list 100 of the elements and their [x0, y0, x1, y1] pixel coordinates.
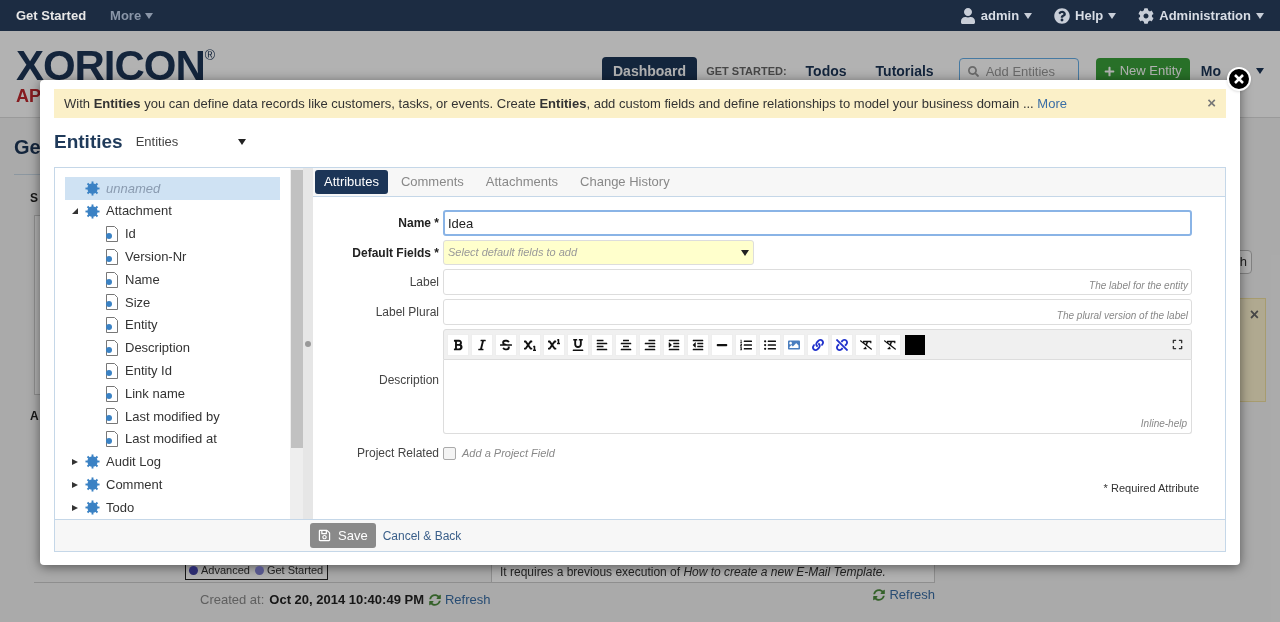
- numbered-list-icon: [740, 338, 752, 351]
- tree-label: Id: [125, 225, 136, 244]
- gear-icon: [85, 180, 100, 196]
- tree-item[interactable]: Entity: [65, 313, 280, 337]
- tree-label: Last modified at: [125, 430, 217, 449]
- help-text: Inline-help: [1140, 417, 1187, 431]
- caret-icon: [145, 12, 154, 19]
- toolbar-button[interactable]: [471, 333, 493, 356]
- document-icon: [105, 294, 119, 311]
- tree-label: Attachment: [106, 202, 172, 221]
- indent-icon: [668, 338, 680, 351]
- tree-item[interactable]: Entity Id: [65, 359, 280, 383]
- toolbar-button[interactable]: [711, 333, 733, 356]
- help-text: The plural version of the label: [1056, 309, 1188, 323]
- gear-icon: [85, 477, 100, 493]
- scrollbar-thumb[interactable]: [290, 170, 303, 448]
- toolbar-button[interactable]: [567, 333, 589, 356]
- get-started-label: GET STARTED:: [706, 63, 787, 79]
- image-icon: [788, 338, 800, 351]
- gear-icon: [85, 454, 100, 470]
- toolbar-button[interactable]: [831, 333, 853, 356]
- subscript-icon: [524, 338, 536, 351]
- tree-item[interactable]: Last modified by: [65, 404, 280, 428]
- refresh-link[interactable]: Refresh: [429, 590, 491, 610]
- nav-link[interactable]: More: [110, 5, 154, 26]
- gear-icon: [85, 500, 100, 516]
- document-icon: [105, 339, 119, 356]
- field-label: Default Fields *: [352, 244, 439, 262]
- document-icon: [105, 362, 119, 379]
- expand-arrow-icon[interactable]: [72, 208, 78, 215]
- align-center-icon: [620, 338, 632, 351]
- tree-item[interactable]: Id: [65, 222, 280, 246]
- nav-link[interactable]: Get Started: [16, 5, 87, 26]
- tree-item[interactable]: Size: [65, 291, 280, 314]
- toolbar-button[interactable]: [759, 333, 781, 356]
- splitter-handle-icon: [305, 340, 311, 347]
- header-menu[interactable]: Mo: [1200, 60, 1221, 82]
- text-input[interactable]: The label for the entity: [443, 269, 1192, 295]
- toolbar-button[interactable]: [519, 333, 541, 356]
- text-input[interactable]: The plural version of the label: [443, 299, 1192, 325]
- entity-selector[interactable]: Entities: [135, 132, 246, 152]
- user-icon: [959, 7, 976, 24]
- tree-item[interactable]: Link name: [65, 382, 280, 405]
- description-textarea[interactable]: Inline-help: [443, 360, 1192, 434]
- tree-item[interactable]: Name: [65, 268, 280, 291]
- more-link[interactable]: More: [1037, 95, 1067, 111]
- tree-item[interactable]: Description: [65, 336, 280, 360]
- document-icon: [105, 431, 119, 448]
- tree-label: Name: [125, 270, 160, 289]
- tree-item[interactable]: Todo: [65, 496, 280, 519]
- toolbar-button[interactable]: [639, 333, 661, 356]
- cancel-link[interactable]: Cancel & Back: [382, 526, 462, 545]
- legend-label: Advanced: [201, 562, 250, 578]
- tree-item[interactable]: Last modified at: [65, 427, 280, 451]
- toolbar-button[interactable]: [591, 333, 613, 356]
- checkbox-hint: Add a Project Field: [462, 445, 555, 461]
- name-input[interactable]: Idea: [443, 210, 1192, 236]
- checkbox[interactable]: [443, 446, 456, 460]
- toolbar-button[interactable]: [663, 333, 685, 356]
- section-label: S: [30, 190, 38, 207]
- nav-menu[interactable]: Help: [1054, 5, 1117, 26]
- clear-style-icon: [884, 338, 896, 351]
- toolbar-button[interactable]: [879, 333, 901, 356]
- align-left-icon: [596, 338, 608, 351]
- expand-arrow-icon[interactable]: [72, 458, 78, 465]
- toolbar-button[interactable]: [447, 333, 469, 356]
- tree-item[interactable]: Attachment: [65, 199, 280, 223]
- toolbar-button[interactable]: [543, 333, 565, 356]
- expand-arrow-icon[interactable]: [72, 504, 78, 511]
- dropdown-arrow-icon: [741, 249, 749, 256]
- tree-label: unnamed: [106, 179, 161, 198]
- tree-item[interactable]: Comment: [65, 473, 280, 497]
- outdent-icon: [692, 338, 704, 351]
- tree-item[interactable]: Audit Log: [65, 450, 280, 474]
- logo-subtitle: AP: [16, 87, 41, 105]
- tree-item[interactable]: Version-Nr: [65, 245, 280, 269]
- nav-menu[interactable]: admin: [959, 5, 1033, 26]
- document-icon: [105, 317, 119, 334]
- toolbar-button[interactable]: [615, 333, 637, 356]
- toolbar-button[interactable]: [687, 333, 709, 356]
- toolbar-button[interactable]: [855, 333, 877, 356]
- toolbar-button[interactable]: [735, 333, 757, 356]
- expand-arrow-icon[interactable]: [72, 481, 78, 488]
- dropdown-arrow-icon: [237, 139, 246, 145]
- close-button[interactable]: ×: [1207, 92, 1216, 115]
- maximize-icon: [1171, 339, 1183, 350]
- tree-label: Audit Log: [106, 453, 161, 472]
- refresh-link[interactable]: Refresh: [873, 585, 935, 605]
- toolbar-button[interactable]: [807, 333, 829, 356]
- close-button[interactable]: ×: [1249, 303, 1259, 321]
- nav-menu[interactable]: Administration: [1138, 5, 1264, 26]
- tab[interactable]: Attributes: [315, 170, 388, 194]
- plus-icon: [1103, 65, 1115, 77]
- toolbar-button[interactable]: [495, 333, 517, 356]
- field-label: Label: [409, 274, 439, 291]
- scrollbar[interactable]: [290, 168, 303, 519]
- tree-label: Entity: [125, 316, 158, 335]
- section-label: A: [30, 408, 39, 425]
- color-swatch[interactable]: [905, 334, 925, 355]
- align-right-icon: [644, 338, 656, 351]
